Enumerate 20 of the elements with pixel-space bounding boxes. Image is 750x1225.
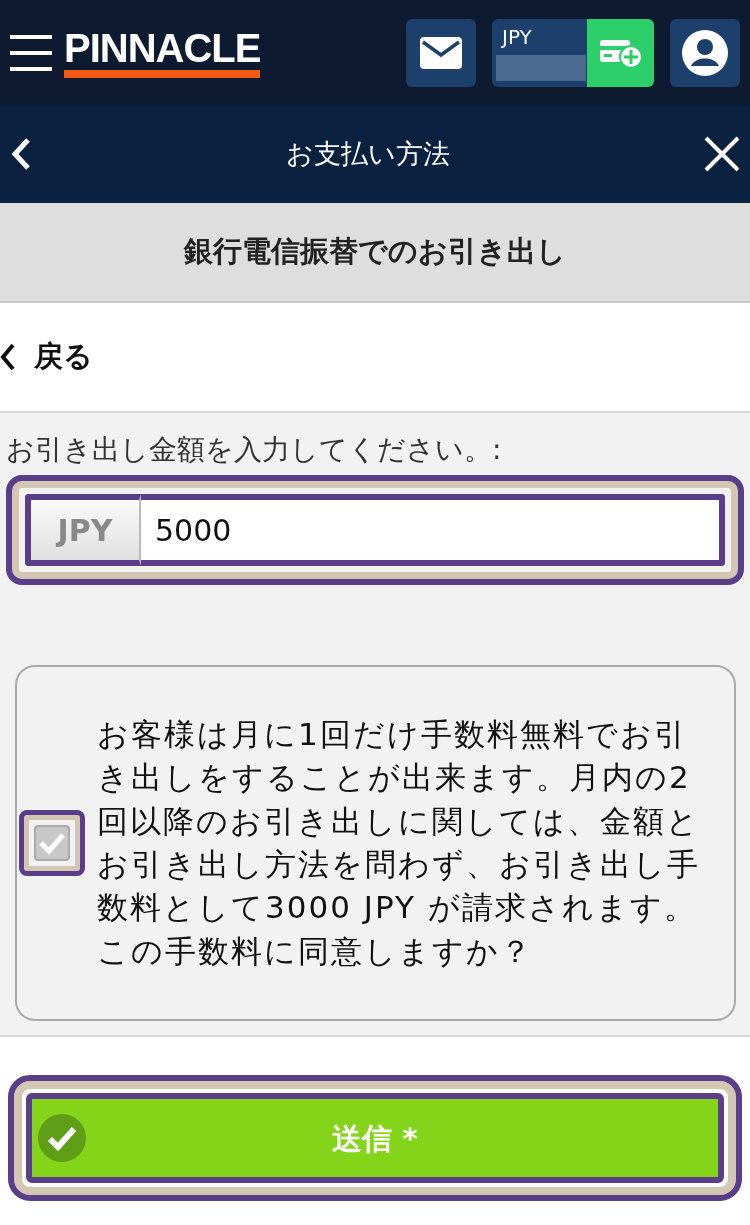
- checkbox[interactable]: [34, 825, 70, 861]
- check-circle-icon: [38, 1114, 86, 1162]
- fee-notice-text: お客様は月に1回だけ手数料無料でお引き出しをすることが出来ます。月内の2回以降のお引き出しに関しては、金額とお引き出し方法を問わず、お引き出し手数料として3000 JPY が請求されます。この手数料に同意しますか？: [97, 714, 701, 971]
- close-icon[interactable]: [704, 136, 740, 172]
- currency-addon: JPY: [25, 494, 141, 566]
- currency-label: JPY: [502, 26, 533, 47]
- balance-panel[interactable]: JPY: [492, 18, 587, 87]
- amount-input[interactable]: 5000: [141, 494, 725, 566]
- back-icon[interactable]: [10, 137, 32, 171]
- page-title: 銀行電信振替でのお引き出し: [184, 233, 566, 271]
- account-button[interactable]: [670, 18, 740, 87]
- amount-label: お引き出し金額を入力してください。:: [6, 432, 503, 468]
- back-link[interactable]: 戻る: [0, 335, 93, 379]
- header-title: お支払い方法: [286, 136, 450, 171]
- logo[interactable]: PINNACLE: [64, 27, 261, 78]
- chevron-left-icon: [0, 343, 16, 371]
- envelope-icon: [420, 36, 462, 69]
- menu-icon[interactable]: [10, 32, 52, 73]
- user-icon: [682, 29, 728, 76]
- mail-button[interactable]: [406, 18, 476, 87]
